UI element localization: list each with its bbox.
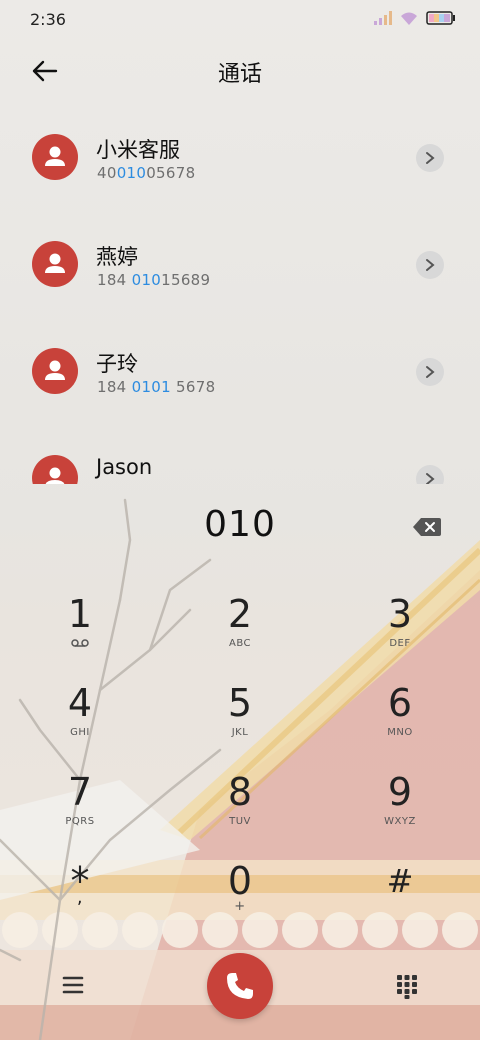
key-digit: 8 <box>227 770 253 814</box>
key-digit: 2 <box>227 592 253 636</box>
avatar <box>32 241 78 287</box>
signal-icon <box>374 11 392 25</box>
backspace-icon <box>413 518 441 536</box>
person-icon <box>45 146 65 166</box>
key-digit: 5 <box>227 681 253 725</box>
key-digit: 3 <box>387 592 413 636</box>
avatar <box>32 348 78 394</box>
key-hash[interactable]: # <box>340 859 460 939</box>
voicemail-icon <box>20 638 140 651</box>
dialpad-button[interactable] <box>396 974 418 1000</box>
key-digit: 4 <box>67 681 93 725</box>
entered-number: 010 <box>204 504 276 545</box>
avatar <box>32 455 78 484</box>
contact-list: 小米客服 4001005678 燕婷 184 01015689 子玲 184 0… <box>0 104 480 484</box>
status-icons <box>374 11 456 25</box>
key-letters: GHI <box>70 727 90 738</box>
key-digit: 6 <box>387 681 413 725</box>
key-8[interactable]: 8 TUV <box>180 770 300 850</box>
key-digit: 7 <box>67 770 93 814</box>
key-7[interactable]: 7 PQRS <box>20 770 140 850</box>
key-letters: + <box>234 899 246 914</box>
person-icon <box>45 467 65 484</box>
key-letters: TUV <box>229 816 251 827</box>
key-letters: MNO <box>387 727 413 738</box>
wifi-icon <box>401 12 417 25</box>
key-letters: JKL <box>231 727 249 738</box>
phone-icon <box>227 973 253 999</box>
dialpad-icon <box>397 975 417 999</box>
avatar <box>32 134 78 180</box>
key-letters: PQRS <box>65 816 95 827</box>
menu-icon <box>62 976 84 994</box>
contact-number: 184 01015689 <box>97 271 211 289</box>
key-letters: ABC <box>228 638 251 649</box>
key-letters: DEF <box>389 638 411 649</box>
battery-icon <box>426 11 455 25</box>
page-title: 通话 <box>217 62 262 87</box>
chevron-right-icon <box>426 152 435 164</box>
contact-name: Jason <box>96 455 153 479</box>
backspace-button[interactable] <box>412 516 442 538</box>
chevron-right-icon <box>426 473 435 484</box>
key-2[interactable]: 2 ABC <box>180 592 300 672</box>
contact-name: 小米客服 <box>96 138 180 162</box>
key-digit: # <box>386 862 414 900</box>
key-digit: 9 <box>387 770 413 814</box>
key-5[interactable]: 5 JKL <box>180 681 300 761</box>
key-3[interactable]: 3 DEF <box>340 592 460 672</box>
key-1[interactable]: 1 <box>20 592 140 672</box>
person-icon <box>45 253 65 273</box>
chevron-right-icon <box>426 366 435 378</box>
contact-number: 184 0101 5678 <box>97 378 216 396</box>
key-0[interactable]: 0 + <box>180 859 300 939</box>
key-4[interactable]: 4 GHI <box>20 681 140 761</box>
key-digit: 0 <box>227 859 253 903</box>
contact-item[interactable]: Jason <box>0 425 480 484</box>
contact-detail-button[interactable] <box>416 465 444 484</box>
call-button[interactable] <box>207 953 273 1019</box>
contact-item[interactable]: 小米客服 4001005678 <box>0 104 480 204</box>
key-letters: , <box>76 887 84 908</box>
person-icon <box>45 360 65 380</box>
key-6[interactable]: 6 MNO <box>340 681 460 761</box>
contact-detail-button[interactable] <box>416 251 444 279</box>
menu-button[interactable] <box>60 974 86 996</box>
key-star[interactable]: * , <box>20 859 140 939</box>
key-letters: WXYZ <box>384 816 416 827</box>
contact-name: 子玲 <box>96 352 138 376</box>
status-time: 2:36 <box>30 10 66 29</box>
contact-number: 4001005678 <box>97 164 196 182</box>
contact-detail-button[interactable] <box>416 358 444 386</box>
app-bar: 通话 <box>0 44 480 96</box>
contact-detail-button[interactable] <box>416 144 444 172</box>
contact-item[interactable]: 燕婷 184 01015689 <box>0 211 480 311</box>
contact-item[interactable]: 子玲 184 0101 5678 <box>0 318 480 418</box>
key-digit: 1 <box>67 592 93 636</box>
status-bar: 2:36 <box>0 0 480 40</box>
contact-name: 燕婷 <box>96 245 138 269</box>
chevron-right-icon <box>426 259 435 271</box>
bottom-bar <box>0 950 480 1020</box>
keypad: 1 2 ABC 3 DEF 4 GHI 5 JKL 6 MNO 7 PQRS 8… <box>0 592 480 948</box>
key-9[interactable]: 9 WXYZ <box>340 770 460 850</box>
digits-display: 010 <box>0 504 480 554</box>
